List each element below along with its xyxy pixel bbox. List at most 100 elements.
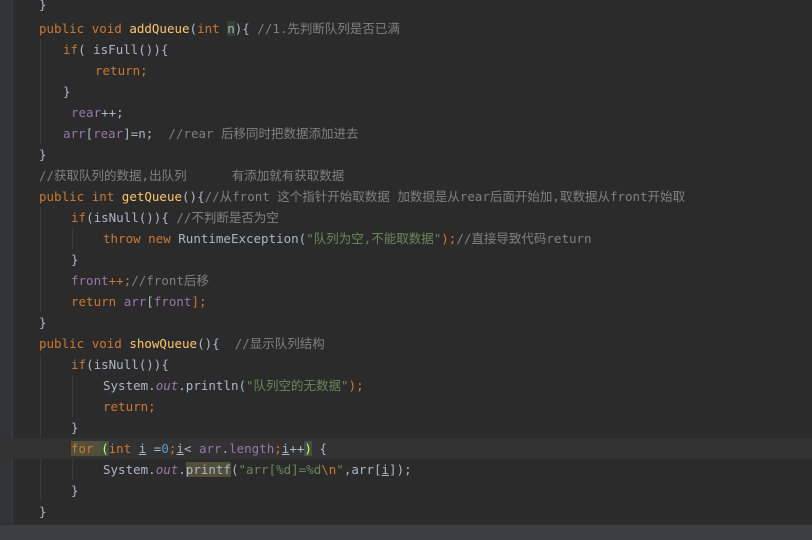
code-token: if [63,42,79,57]
code-line-content: front++;//front后移 [71,270,209,291]
code-token: "队列为空,不能取数据" [306,231,442,246]
code-line[interactable]: public void addQueue(int n){ //1.先判断队列是否… [0,18,812,39]
code-token: void [91,336,130,351]
code-token: i [381,462,390,477]
code-token: \n [321,462,337,477]
code-line[interactable]: return arr[front]; [0,291,812,312]
code-token: (){ [182,189,205,204]
code-token: int [197,21,228,36]
code-token: (isNull()){ [86,357,169,372]
code-token: //1.先判断队列是否已满 [257,21,400,36]
code-token: (isNull()){ [86,210,177,225]
code-token: { [311,441,327,456]
code-line[interactable]: return; [0,60,812,81]
code-token: .println( [178,378,246,393]
code-line[interactable]: //获取队列的数据,出队列 有添加就有获取数据 [0,165,812,186]
code-line[interactable]: for (int i =0;i< arr.length;i++) { [0,438,812,459]
code-token: = [146,441,162,456]
code-token: ]); [389,462,412,477]
code-line[interactable]: } [0,144,812,165]
code-token: //front后移 [131,273,209,288]
code-token: addQueue [129,21,190,36]
code-line[interactable]: System.out.println("队列空的无数据"); [0,375,812,396]
code-line[interactable]: if( isFull()){ [0,39,812,60]
code-token: ( [189,21,198,36]
code-token: ; [274,441,282,456]
code-line[interactable]: front++;//front后移 [0,270,812,291]
code-line[interactable]: public void showQueue(){ //显示队列结构 [0,333,812,354]
code-line-content: return arr[front]; [71,291,207,312]
code-line[interactable]: if(isNull()){ //不判断是否为空 [0,207,812,228]
code-token: return; [103,399,156,414]
code-line-content: } [63,81,71,102]
code-line[interactable]: } [0,249,812,270]
code-line[interactable]: } [0,0,812,15]
code-token: rear [71,105,102,120]
code-line-content: return; [103,396,156,417]
code-token: return [71,294,124,309]
code-token: getQueue [121,189,183,204]
code-token: } [63,84,71,99]
code-token: throw [103,231,149,246]
code-token: //显示队列结构 [234,336,325,351]
code-line-content: for (int i =0;i< arr.length;i++) { [71,438,327,459]
code-token: ]=n; [123,126,169,141]
code-token: showQueue [129,336,198,351]
code-token: new [148,231,179,246]
code-line[interactable]: throw new RuntimeException("队列为空,不能取数据")… [0,228,812,249]
code-line[interactable]: } [0,480,812,501]
code-line-content: System.out.printf("arr[%d]=%d\n",arr[i])… [103,459,412,480]
code-token: ++; [108,273,132,288]
code-token: [ [85,126,94,141]
code-token: //不判断是否为空 [176,210,279,225]
code-token: for [71,441,102,456]
code-line[interactable]: rear++; [0,102,812,123]
code-line-content: System.out.println("队列空的无数据"); [103,375,364,396]
code-token: } [71,420,79,435]
code-token: } [39,147,47,162]
code-line-content: arr[rear]=n; //rear 后移同时把数据添加进去 [63,123,359,144]
code-line-content: } [71,249,79,270]
code-line-content: if(isNull()){ [71,354,169,375]
code-line-content: } [39,144,47,165]
code-token: . [178,462,186,477]
code-token: out [155,378,179,393]
code-line[interactable]: public int getQueue(){//从front 这个指针开始取数据… [0,186,812,207]
code-token: n [227,21,235,36]
code-line[interactable]: } [0,312,812,333]
code-token: ){ [234,21,258,36]
code-line[interactable]: } [0,417,812,438]
code-token: out [155,462,179,477]
code-token: //从front 这个指针开始取数据 加数据是从rear后面开始加,取数据从fr… [204,189,686,204]
code-line[interactable]: } [0,501,812,522]
code-line[interactable]: if(isNull()){ [0,354,812,375]
code-token: void [91,21,130,36]
code-token: front [71,273,109,288]
code-line-content: public int getQueue(){//从front 这个指针开始取数据… [39,186,685,207]
code-token: ++ [289,441,305,456]
code-token: if [71,210,87,225]
code-line-content: } [71,417,79,438]
code-token: System. [103,462,156,477]
code-area[interactable]: } public void addQueue(int n){ //1.先判断队列是… [0,0,812,525]
code-token: return; [95,63,148,78]
code-token: printf [185,462,231,477]
code-token: public [39,21,92,36]
horizontal-scrollbar[interactable] [0,524,812,540]
code-line[interactable]: System.out.printf("arr[%d]=%d\n",arr[i])… [0,459,812,480]
code-line[interactable]: arr[rear]=n; //rear 后移同时把数据添加进去 [0,123,812,144]
code-line-content: return; [95,60,148,81]
code-editor[interactable]: } public void addQueue(int n){ //1.先判断队列是… [0,0,812,540]
code-token: " [336,462,344,477]
code-token: [ [146,294,154,309]
code-token: ++; [101,105,124,120]
code-token: public [39,189,92,204]
code-line-content: //获取队列的数据,出队列 有添加就有获取数据 [39,165,344,186]
code-token: } [71,252,79,267]
code-line[interactable]: } [0,81,812,102]
code-token: //直接导致代码return [456,231,592,246]
code-token: "arr[%d]=%d [238,462,322,477]
code-line[interactable]: return; [0,396,812,417]
code-token: int [91,189,122,204]
code-line-content: } [39,501,47,522]
